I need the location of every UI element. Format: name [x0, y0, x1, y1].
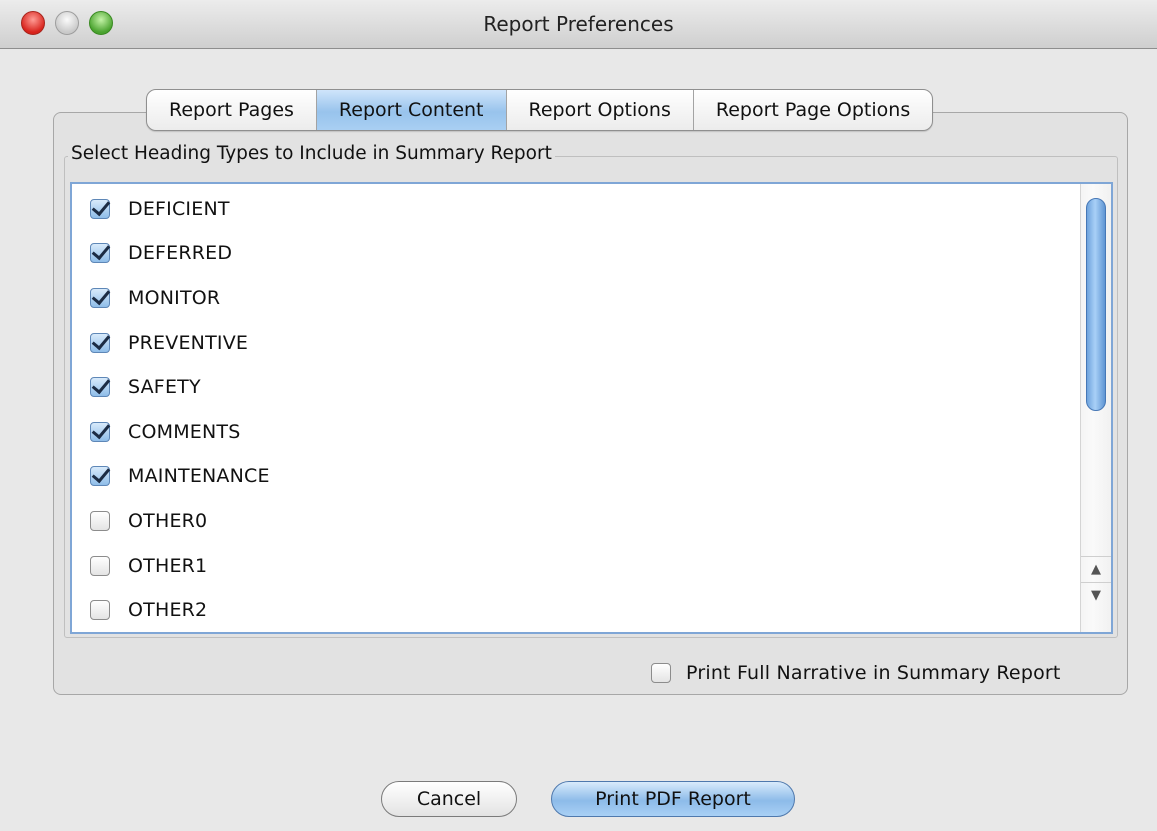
scroll-down-icon[interactable]: ▼ — [1081, 582, 1111, 609]
list-item-label: OTHER1 — [128, 555, 208, 577]
list-item-label: PREVENTIVE — [128, 332, 249, 354]
heading-types-list[interactable]: DEFICIENT DEFERRED MONITOR PREVENTIVE SA… — [70, 182, 1113, 634]
list-item[interactable]: PREVENTIVE — [90, 328, 248, 358]
list-item-label: DEFICIENT — [128, 198, 230, 220]
list-item[interactable]: OTHER1 — [90, 551, 207, 581]
list-item[interactable]: SAFETY — [90, 372, 201, 402]
checkbox[interactable] — [90, 333, 110, 353]
list-item[interactable]: COMMENTS — [90, 417, 241, 447]
full-narrative-label: Print Full Narrative in Summary Report — [686, 662, 1061, 684]
print-pdf-report-button[interactable]: Print PDF Report — [551, 781, 795, 817]
checkbox[interactable] — [90, 288, 110, 308]
checkbox[interactable] — [90, 243, 110, 263]
group-label: Select Heading Types to Include in Summa… — [68, 143, 555, 164]
checkbox[interactable] — [90, 511, 110, 531]
checkbox[interactable] — [90, 422, 110, 442]
tab-report-content[interactable]: Report Content — [315, 90, 506, 130]
list-item[interactable]: MAINTENANCE — [90, 461, 270, 491]
list-item-label: MONITOR — [128, 287, 221, 309]
full-narrative-option[interactable]: Print Full Narrative in Summary Report — [651, 662, 1061, 684]
list-item-label: COMMENTS — [128, 421, 241, 443]
vertical-scrollbar[interactable]: ▲ ▼ — [1080, 184, 1111, 632]
list-item[interactable]: OTHER2 — [90, 595, 207, 625]
scrollbar-thumb[interactable] — [1086, 198, 1106, 411]
list-item-label: OTHER0 — [128, 510, 208, 532]
window-title: Report Preferences — [483, 12, 674, 36]
tab-bar: Report Pages Report Content Report Optio… — [146, 89, 934, 131]
list-item-label: OTHER2 — [128, 599, 208, 621]
title-bar: Report Preferences — [0, 0, 1157, 49]
checkbox[interactable] — [90, 199, 110, 219]
tab-report-page-options[interactable]: Report Page Options — [692, 90, 932, 130]
cancel-button[interactable]: Cancel — [381, 781, 517, 817]
list-item[interactable]: OTHER0 — [90, 506, 207, 536]
tab-report-options[interactable]: Report Options — [505, 90, 693, 130]
list-item-label: DEFERRED — [128, 242, 233, 264]
list-item-label: MAINTENANCE — [128, 465, 270, 487]
list-item-label: SAFETY — [128, 376, 201, 398]
tab-report-pages[interactable]: Report Pages — [147, 90, 316, 130]
list-item[interactable]: DEFERRED — [90, 238, 232, 268]
checkbox[interactable] — [90, 600, 110, 620]
checkbox[interactable] — [90, 556, 110, 576]
list-item[interactable]: DEFICIENT — [90, 194, 230, 224]
checkbox[interactable] — [90, 377, 110, 397]
full-narrative-checkbox[interactable] — [651, 663, 671, 683]
scroll-up-icon[interactable]: ▲ — [1081, 556, 1111, 583]
checkbox[interactable] — [90, 466, 110, 486]
list-item[interactable]: MONITOR — [90, 283, 220, 313]
